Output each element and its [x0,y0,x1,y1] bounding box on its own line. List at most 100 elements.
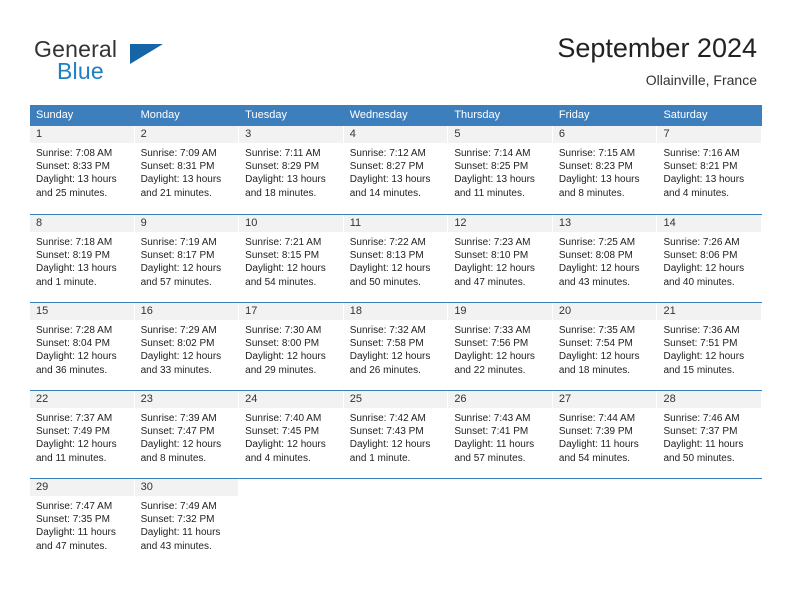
calendar-day-cell[interactable]: 25 Sunrise: 7:42 AM Sunset: 7:43 PM Dayligh… [343,391,449,478]
sunrise-text: Sunrise: 7:49 AM [140,501,217,512]
day-details: Sunrise: 7:12 AM Sunset: 8:27 PM Daylight:… [344,143,448,200]
daylight-text-line1: Daylight: 13 hours [140,174,222,186]
daylight-text-line1: Daylight: 12 hours [245,439,326,451]
calendar-day-cell[interactable]: 27 Sunrise: 7:44 AM Sunset: 7:39 PM Dayligh… [552,391,658,478]
day-number-band [553,479,657,496]
calendar-day-cell[interactable]: 21 Sunrise: 7:36 AM Sunset: 7:51 PM Dayligh… [657,303,763,390]
sunrise-text: Sunrise: 7:09 AM [140,148,217,159]
day-number: 23 [140,393,153,405]
calendar-day-cell[interactable]: 11 Sunrise: 7:22 AM Sunset: 8:13 PM Dayligh… [343,215,449,302]
sunset-text: Sunset: 8:15 PM [245,250,320,262]
calendar-day-cell[interactable]: 28 Sunrise: 7:46 AM Sunset: 7:37 PM Dayligh… [657,391,763,478]
daylight-text-line1: Daylight: 11 hours [140,527,221,539]
day-number-band: 23 [134,391,239,408]
day-number: 17 [245,305,258,317]
daylight-text-line1: Daylight: 12 hours [140,351,222,363]
daylight-text-line2: and 33 minutes. [140,364,212,376]
calendar-day-cell[interactable]: 30 Sunrise: 7:49 AM Sunset: 7:32 PM Dayligh… [134,479,240,566]
daylight-text-line2: and 11 minutes. [454,187,525,199]
day-number-band: 29 [30,479,134,496]
day-number-band: 18 [343,303,448,320]
daylight-text-line1: Daylight: 12 hours [36,351,117,363]
day-number-band: 8 [30,215,134,232]
day-details [448,496,552,500]
daylight-text-line2: and 43 minutes. [558,276,631,288]
day-details: Sunrise: 7:09 AM Sunset: 8:31 PM Daylight:… [135,143,239,200]
calendar-day-cell[interactable]: 19 Sunrise: 7:33 AM Sunset: 7:56 PM Dayligh… [448,303,553,390]
day-number: 25 [349,393,362,405]
day-number-band [448,479,552,496]
calendar-day-cell[interactable]: 20 Sunrise: 7:35 AM Sunset: 7:54 PM Dayligh… [552,303,658,390]
calendar-day-cell[interactable]: 15 Sunrise: 7:28 AM Sunset: 8:04 PM Dayligh… [30,303,135,390]
calendar-day-cell[interactable]: 3 Sunrise: 7:11 AM Sunset: 8:29 PM Daylight… [239,126,344,214]
calendar-day-cell[interactable]: 8 Sunrise: 7:18 AM Sunset: 8:19 PM Daylight… [30,215,135,302]
calendar-day-cell[interactable]: 2 Sunrise: 7:09 AM Sunset: 8:31 PM Daylight… [134,126,240,214]
calendar-day-cell[interactable]: 1 Sunrise: 7:08 AM Sunset: 8:33 PM Daylight… [30,126,135,214]
sunrise-text: Sunrise: 7:19 AM [140,237,217,248]
daylight-text-line2: and 57 minutes. [454,452,526,464]
brand-logo[interactable]: General Blue [34,36,254,88]
daylight-text-line1: Daylight: 11 hours [558,439,639,451]
calendar-day-cell[interactable]: 23 Sunrise: 7:39 AM Sunset: 7:47 PM Dayligh… [134,391,240,478]
day-number: 30 [140,481,153,493]
day-details: Sunrise: 7:08 AM Sunset: 8:33 PM Daylight:… [30,143,134,200]
calendar-day-cell[interactable]: 29 Sunrise: 7:47 AM Sunset: 7:35 PM Dayligh… [30,479,135,566]
day-details: Sunrise: 7:25 AM Sunset: 8:08 PM Daylight:… [553,232,657,289]
day-details: Sunrise: 7:28 AM Sunset: 8:04 PM Daylight:… [30,320,134,377]
calendar-day-cell[interactable]: 26 Sunrise: 7:43 AM Sunset: 7:41 PM Dayligh… [448,391,553,478]
day-details [657,496,761,500]
sunset-text: Sunset: 7:54 PM [558,338,633,350]
sunrise-text: Sunrise: 7:44 AM [558,413,636,424]
day-details [239,496,343,500]
calendar-day-cell[interactable]: 17 Sunrise: 7:30 AM Sunset: 8:00 PM Dayligh… [239,303,344,390]
calendar-day-cell[interactable]: 16 Sunrise: 7:29 AM Sunset: 8:02 PM Dayligh… [134,303,240,390]
calendar-day-cell[interactable]: 13 Sunrise: 7:25 AM Sunset: 8:08 PM Dayligh… [552,215,658,302]
day-details: Sunrise: 7:46 AM Sunset: 7:37 PM Daylight:… [657,408,761,465]
daylight-text-line1: Daylight: 11 hours [36,527,116,539]
day-number: 16 [140,305,153,317]
calendar-day-cell[interactable]: 14 Sunrise: 7:26 AM Sunset: 8:06 PM Dayligh… [657,215,763,302]
calendar-day-cell[interactable]: 18 Sunrise: 7:32 AM Sunset: 7:58 PM Dayligh… [343,303,449,390]
day-number: 20 [558,305,572,317]
sunrise-text: Sunrise: 7:22 AM [349,237,426,248]
calendar-day-cell[interactable]: 24 Sunrise: 7:40 AM Sunset: 7:45 PM Dayligh… [239,391,344,478]
sunset-text: Sunset: 8:13 PM [349,250,424,262]
calendar-day-cell[interactable]: 10 Sunrise: 7:21 AM Sunset: 8:15 PM Dayligh… [239,215,344,302]
calendar-day-cell-empty [343,479,449,566]
calendar-day-cell[interactable]: 6 Sunrise: 7:15 AM Sunset: 8:23 PM Daylight… [552,126,658,214]
day-number-band: 17 [239,303,343,320]
calendar-day-cell[interactable]: 9 Sunrise: 7:19 AM Sunset: 8:17 PM Daylight… [134,215,240,302]
day-number-band: 16 [134,303,239,320]
calendar-day-cell[interactable]: 7 Sunrise: 7:16 AM Sunset: 8:21 PM Daylight… [657,126,763,214]
sunrise-text: Sunrise: 7:08 AM [36,148,113,159]
day-number: 8 [36,217,43,229]
daylight-text-line1: Daylight: 11 hours [663,439,744,451]
day-number: 22 [36,393,49,405]
day-number-band: 13 [552,215,657,232]
calendar-day-cell[interactable]: 22 Sunrise: 7:37 AM Sunset: 7:49 PM Dayligh… [30,391,135,478]
daylight-text-line1: Daylight: 13 hours [349,174,431,186]
sunset-text: Sunset: 8:21 PM [663,161,738,173]
sunset-text: Sunset: 7:43 PM [349,426,424,438]
daylight-text-line2: and 50 minutes. [349,276,421,288]
calendar-day-cell[interactable]: 4 Sunrise: 7:12 AM Sunset: 8:27 PM Daylight… [343,126,449,214]
daylight-text-line2: and 14 minutes. [349,187,421,199]
sunrise-text: Sunrise: 7:39 AM [140,413,217,424]
weekday-header-thursday: Thursday [454,109,501,121]
daylight-text-line2: and 4 minutes. [245,452,311,464]
calendar-day-cell[interactable]: 5 Sunrise: 7:14 AM Sunset: 8:25 PM Daylight… [448,126,553,214]
calendar-day-cell[interactable]: 12 Sunrise: 7:23 AM Sunset: 8:10 PM Dayligh… [448,215,553,302]
page-header: General Blue September 2024 Ollainville,… [0,0,792,104]
day-details: Sunrise: 7:29 AM Sunset: 8:02 PM Daylight:… [135,320,239,377]
day-details: Sunrise: 7:26 AM Sunset: 8:06 PM Daylight:… [657,232,761,289]
daylight-text-line1: Daylight: 12 hours [140,263,222,275]
sunrise-text: Sunrise: 7:47 AM [36,501,113,512]
day-details: Sunrise: 7:23 AM Sunset: 8:10 PM Daylight:… [448,232,552,289]
daylight-text-line1: Daylight: 13 hours [245,174,326,186]
day-number-band: 21 [657,303,762,320]
day-details: Sunrise: 7:49 AM Sunset: 7:32 PM Daylight:… [135,496,239,553]
daylight-text-line1: Daylight: 12 hours [454,351,535,363]
sunset-text: Sunset: 8:33 PM [36,161,110,173]
day-details: Sunrise: 7:22 AM Sunset: 8:13 PM Daylight:… [344,232,448,289]
day-number-band: 1 [30,126,134,143]
